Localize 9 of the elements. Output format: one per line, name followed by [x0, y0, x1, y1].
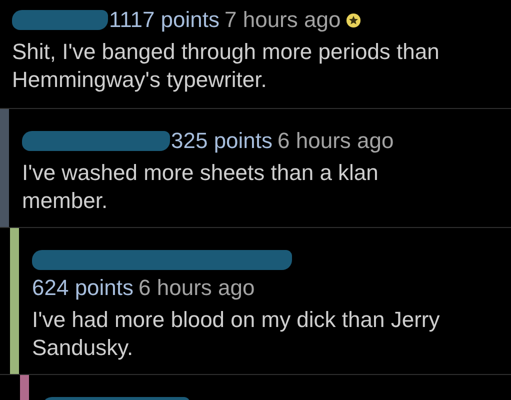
comment-time: 7 hours ago	[224, 7, 341, 32]
comment-text: I've washed more sheets than a klan member.	[22, 159, 380, 215]
comment-time: 6 hours ago	[138, 275, 255, 300]
comment-points: 624 points	[32, 275, 134, 300]
comment-points: 1117 points	[109, 7, 220, 32]
comment-points: 325 points	[171, 128, 273, 153]
comment-time: 6 hours ago	[278, 128, 394, 153]
comment-text: I've had more blood on my dick than Jerry Sandusky.	[32, 306, 441, 362]
comment-text: Shit, I've banged through more periods than Hemmingway's typewriter.	[12, 38, 440, 94]
